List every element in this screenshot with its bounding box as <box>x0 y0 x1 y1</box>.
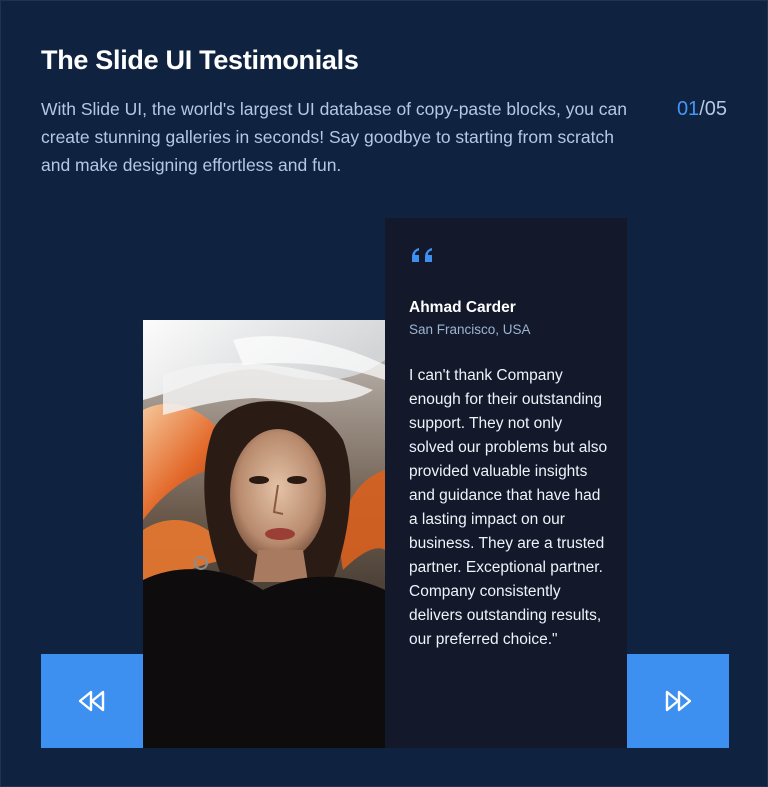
fast-forward-icon <box>665 690 692 712</box>
previous-button[interactable] <box>41 654 143 748</box>
author-name: Ahmad Carder <box>409 299 516 316</box>
testimonial-photo <box>143 320 385 748</box>
slide-counter: 01/05 <box>677 97 727 121</box>
rewind-icon <box>78 690 105 712</box>
portrait-image <box>143 320 385 748</box>
section-description: With Slide UI, the world's largest UI da… <box>41 99 627 175</box>
next-button[interactable] <box>627 654 729 748</box>
quote-icon <box>412 248 432 262</box>
testimonials-section: The Slide UI Testimonials With Slide UI,… <box>0 0 768 787</box>
section-title: The Slide UI Testimonials <box>41 45 359 75</box>
author-location: San Francisco, USA <box>409 322 531 337</box>
testimonial-quote: I can't thank Company enough for their o… <box>409 367 608 648</box>
slide-counter-total: 05 <box>704 98 727 120</box>
testimonial-card: Ahmad Carder San Francisco, USA I can't … <box>385 218 627 748</box>
slide-counter-current: 01 <box>676 98 700 120</box>
